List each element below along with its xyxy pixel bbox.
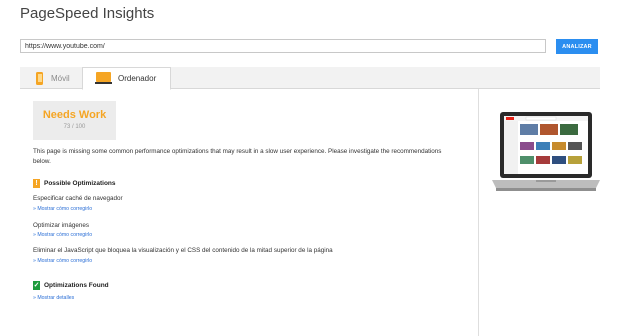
- tab-desktop-label: Ordenador: [118, 74, 157, 83]
- tab-desktop[interactable]: Ordenador: [82, 67, 171, 90]
- monitor-icon: [95, 72, 112, 85]
- tab-mobile[interactable]: Móvil: [20, 67, 82, 89]
- summary-text: This page is missing some common perform…: [33, 148, 442, 165]
- score-label: Needs Work: [42, 109, 107, 121]
- show-fix-link[interactable]: » Mostrar cómo corregirlo: [33, 232, 92, 238]
- check-icon: ✓: [33, 281, 40, 290]
- score-value: 73 / 100: [63, 124, 86, 130]
- score-box: Needs Work 73 / 100: [33, 101, 116, 140]
- optimizations-found-heading: ✓ Optimizations Found: [33, 281, 109, 290]
- show-fix-link[interactable]: » Mostrar cómo corregirlo: [33, 206, 92, 212]
- show-details-link[interactable]: » Mostrar detalles: [33, 295, 74, 301]
- warning-icon: !: [33, 179, 40, 188]
- rule-title: Optimizar imágenes: [33, 222, 89, 229]
- laptop-preview-image: [492, 112, 600, 191]
- rule-title: Eliminar el JavaScript que bloquea la vi…: [33, 247, 333, 254]
- device-tabs: Móvil Ordenador: [20, 67, 600, 90]
- rule-title: Especificar caché de navegador: [33, 195, 123, 202]
- url-input[interactable]: [20, 39, 546, 53]
- app-title: PageSpeed Insights: [20, 5, 155, 22]
- phone-icon: [36, 71, 43, 85]
- possible-optimizations-label: Possible Optimizations: [44, 180, 116, 187]
- analyze-button[interactable]: ANALIZAR: [556, 39, 598, 54]
- show-fix-link[interactable]: » Mostrar cómo corregirlo: [33, 258, 92, 264]
- tab-mobile-label: Móvil: [51, 73, 70, 83]
- panel-divider: [478, 89, 479, 336]
- optimizations-found-label: Optimizations Found: [44, 282, 109, 289]
- possible-optimizations-heading: ! Possible Optimizations: [33, 179, 116, 188]
